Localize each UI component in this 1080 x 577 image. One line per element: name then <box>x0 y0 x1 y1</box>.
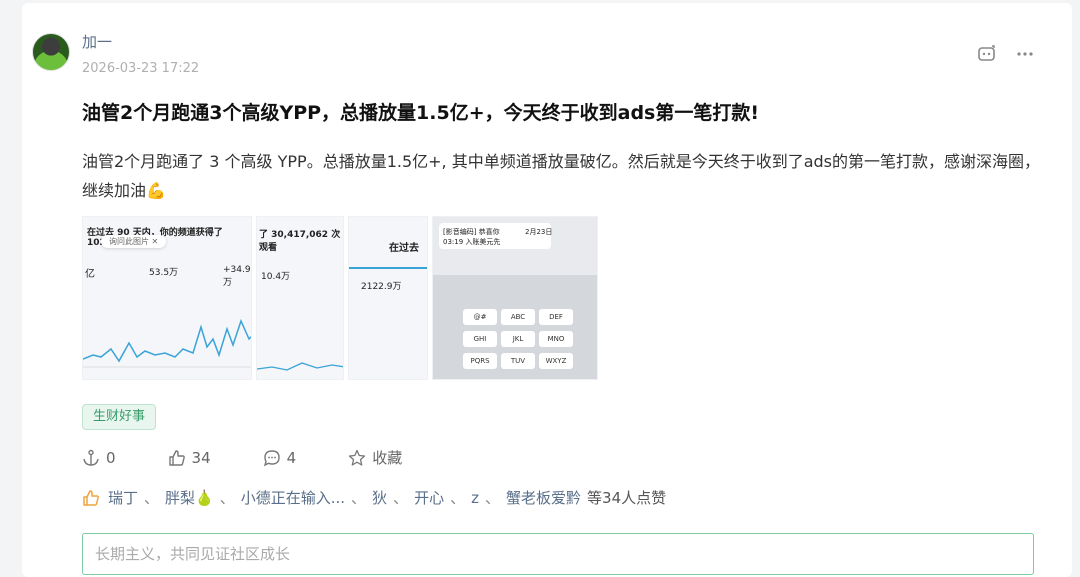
analytics-screenshot-3[interactable]: 在过去 2122.9万 <box>348 216 428 380</box>
img4-notice: [影音编码] 恭喜你 <box>443 228 500 236</box>
post-toolbar <box>976 43 1036 65</box>
action-bar: 0 34 4 收藏 <box>82 447 454 468</box>
name-separator: 、 <box>219 489 235 507</box>
keypad-key: TUV <box>501 353 535 369</box>
name-separator: 、 <box>450 489 466 507</box>
img3-stat: 2122.9万 <box>361 282 402 292</box>
keypad-key: WXYZ <box>539 353 573 369</box>
img2-headline: 了 30,417,062 次观看 <box>259 230 341 253</box>
img4-notice2: 03:19 入账美元先 <box>443 238 501 246</box>
keypad-key: @# <box>463 309 497 325</box>
keypad-key: MNO <box>539 331 573 347</box>
likes-suffix: 等34人点赞 <box>587 489 667 507</box>
liker-name[interactable]: 瑞丁 <box>108 489 138 507</box>
star-icon <box>349 449 366 466</box>
share-button[interactable]: 0 <box>82 449 116 467</box>
ask-image-chip[interactable]: 询问此图片 ✕ <box>101 235 167 248</box>
phone-screenshot[interactable]: [影音编码] 恭喜你 03:19 入账美元先 2月23日 @# ABC DEF GHI… <box>432 216 598 380</box>
liker-name[interactable]: 蟹老板爱黔 <box>506 489 581 507</box>
keypad-key: ABC <box>501 309 535 325</box>
likes-line: 瑞丁、胖梨🍐、小德正在输入...、狄、开心、 z、蟹老板爱黔 等34人点赞 <box>82 487 666 508</box>
image-gallery: 在过去 90 天内，你的频道获得了 102,6 询问此图片 ✕ 亿 53.5万 … <box>82 216 598 380</box>
img4-date: 2月23日 <box>525 228 553 236</box>
anchor-icon <box>83 449 99 466</box>
img1-line-chart <box>83 318 251 368</box>
topic-tag[interactable]: 生财好事 <box>82 404 157 430</box>
keypad-key: PQRS <box>463 353 497 369</box>
liker-name[interactable]: 开心 <box>414 489 444 507</box>
thumbs-up-icon <box>168 449 185 466</box>
keypad-key: JKL <box>501 331 535 347</box>
comment-input[interactable]: 长期主义，共同见证社区成长 <box>82 533 1034 575</box>
post-body: 油管2个月跑通了 3 个高级 YPP。总播放量1.5亿+, 其中单频道播放量破亿… <box>82 152 1041 200</box>
keypad-key: GHI <box>463 331 497 347</box>
favorite-button[interactable]: 收藏 <box>348 447 402 468</box>
liker-name[interactable]: 小德正在输入... <box>241 489 345 507</box>
avatar[interactable] <box>32 33 70 71</box>
analytics-screenshot-2[interactable]: 了 30,417,062 次观看 10.4万 <box>256 216 344 380</box>
comment-button[interactable]: 4 <box>263 448 297 467</box>
like-names: 瑞丁、胖梨🍐、小德正在输入...、狄、开心、 z、蟹老板爱黔 <box>108 487 581 508</box>
post-card: 加一 2026-03-23 17:22 油管2个月跑通3个高级YPP，总播放量1… <box>22 3 1072 577</box>
keypad-key: DEF <box>539 309 573 325</box>
name-separator: 、 <box>351 489 367 507</box>
name-separator: 、 <box>144 489 160 507</box>
liker-name[interactable]: 狄 <box>372 489 387 507</box>
share-count: 0 <box>106 448 116 467</box>
liker-name[interactable]: z <box>471 489 479 507</box>
img3-headline: 在过去 <box>389 243 419 254</box>
name-separator: 、 <box>393 489 409 507</box>
favorite-label: 收藏 <box>372 449 403 467</box>
img2-line-chart <box>257 362 343 371</box>
name-separator: 、 <box>485 489 501 507</box>
comment-count: 4 <box>286 448 297 467</box>
img1-stat-a: 亿 <box>85 269 95 280</box>
comment-icon <box>263 449 280 466</box>
like-button[interactable]: 34 <box>168 449 211 467</box>
post-timestamp: 2026-03-23 17:22 <box>82 61 200 76</box>
analytics-screenshot-1[interactable]: 在过去 90 天内，你的频道获得了 102,6 询问此图片 ✕ 亿 53.5万 … <box>82 216 252 380</box>
liker-name[interactable]: 胖梨🍐 <box>165 489 214 507</box>
ai-chat-icon[interactable] <box>976 43 998 65</box>
img1-stat-b: 53.5万 <box>149 268 179 278</box>
more-icon[interactable] <box>1014 43 1036 65</box>
like-count: 34 <box>191 448 211 467</box>
post-title: 油管2个月跑通3个高级YPP，总播放量1.5亿+，今天终于收到ads第一笔打款! <box>82 102 760 124</box>
img2-stat: 10.4万 <box>261 272 291 282</box>
img1-stat-c: +34.9万 <box>223 265 251 288</box>
liked-thumb-icon <box>83 489 99 506</box>
author-name[interactable]: 加一 <box>82 31 112 52</box>
